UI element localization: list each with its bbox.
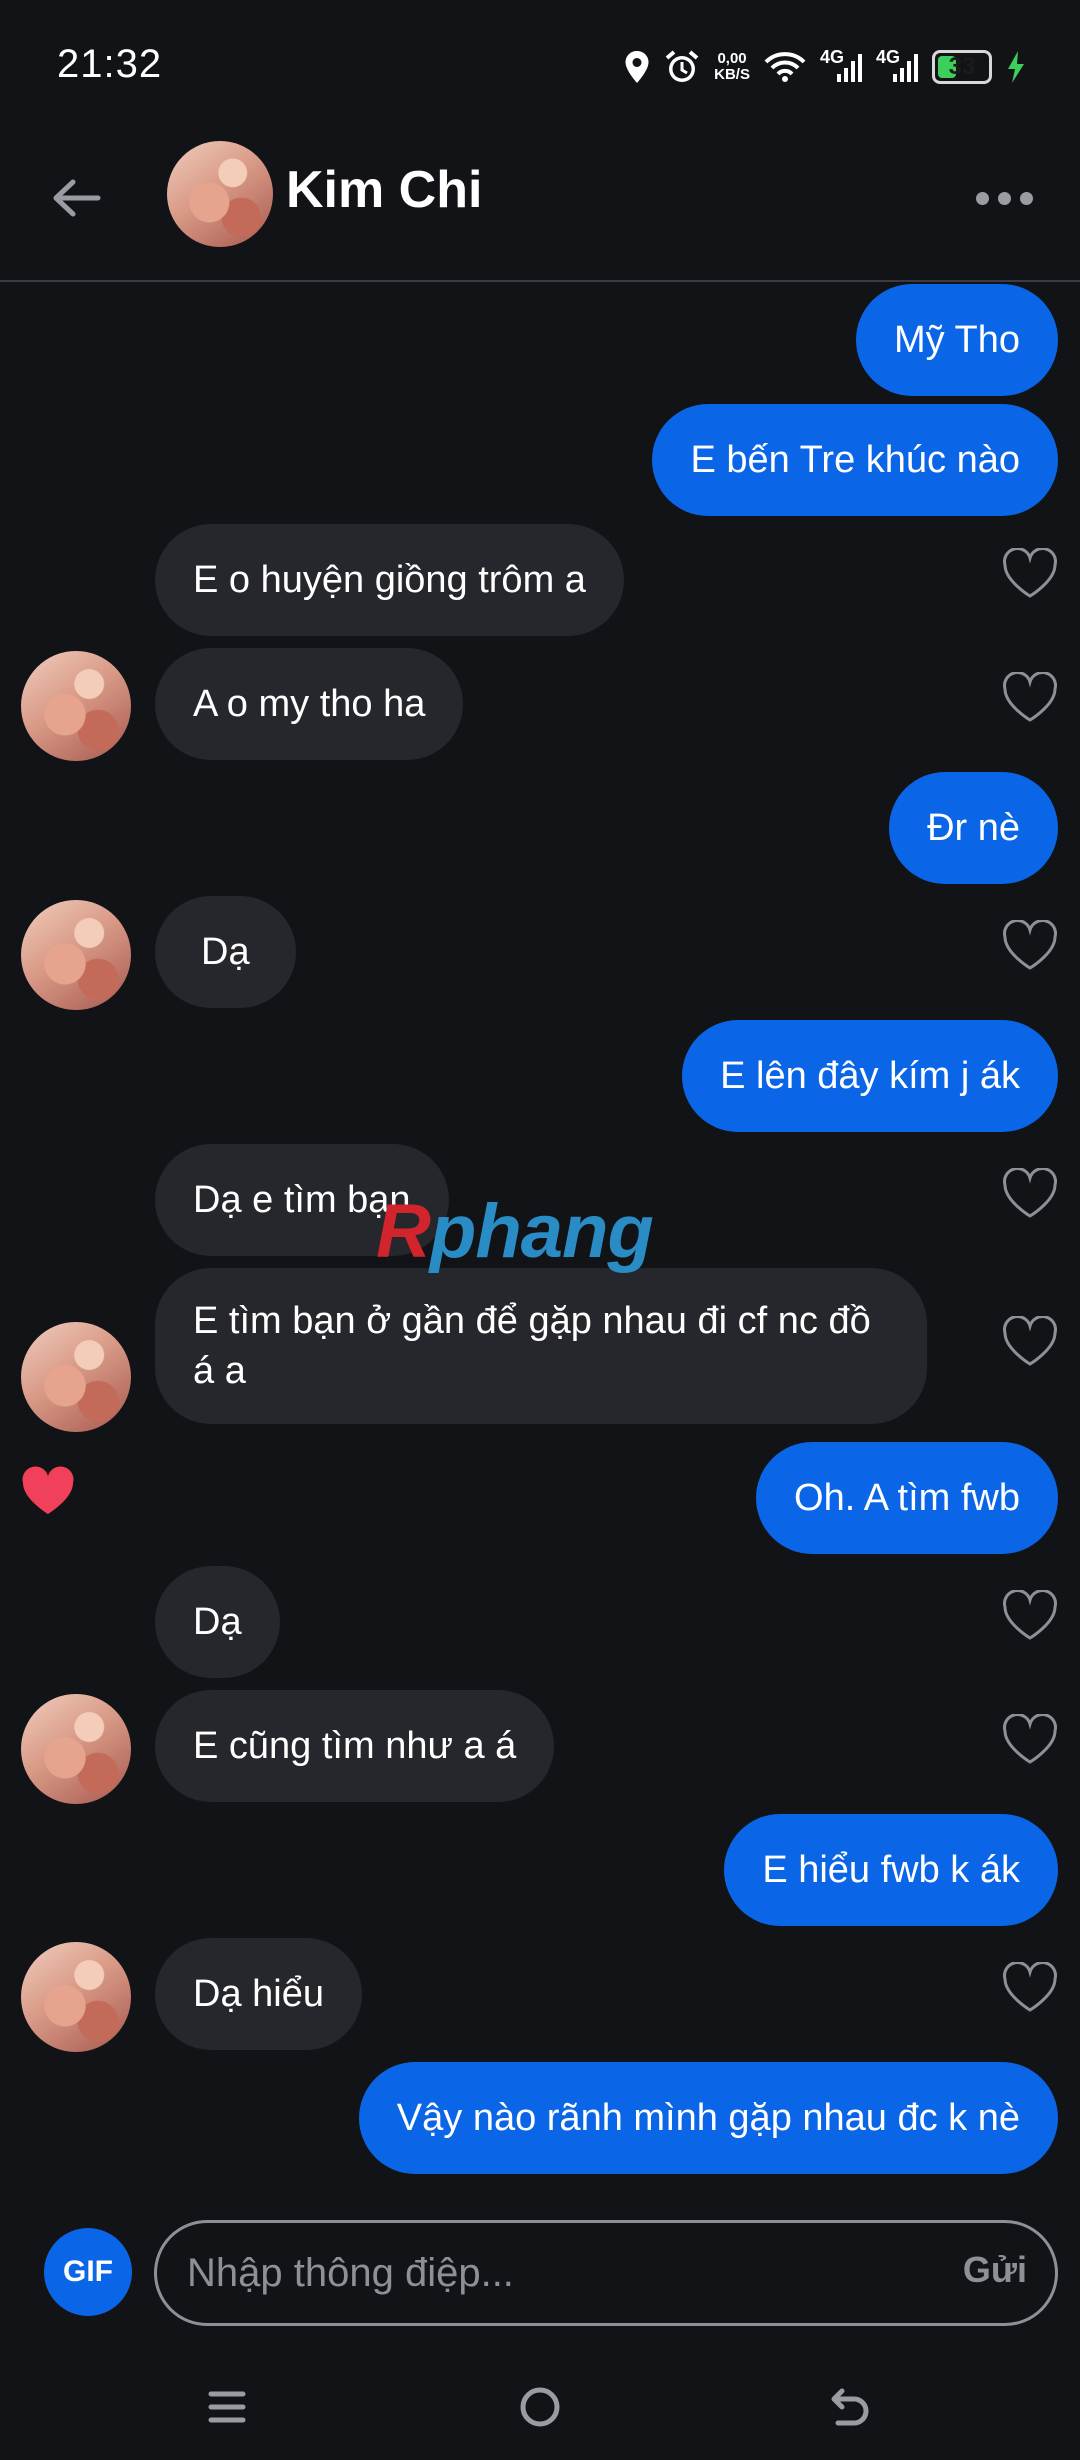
sent-message[interactable]: E hiểu fwb k ák: [724, 1814, 1058, 1926]
received-message[interactable]: Dạ hiểu: [155, 1938, 362, 2050]
sent-message[interactable]: Đr nè: [889, 772, 1058, 884]
signal-4g-icon-2: 4G: [876, 47, 918, 82]
more-dot-icon: [1019, 191, 1033, 205]
message-input-wrapper[interactable]: Gửi: [154, 2220, 1058, 2326]
like-heart-icon[interactable]: [1002, 548, 1058, 600]
battery-level: 33: [948, 53, 976, 80]
menu-icon: [208, 2391, 246, 2423]
alarm-icon: [664, 49, 700, 85]
back-arrow-icon: [53, 179, 101, 217]
send-button[interactable]: Gửi: [963, 2249, 1027, 2291]
like-heart-icon[interactable]: [1002, 920, 1058, 972]
message-avatar[interactable]: [21, 651, 131, 761]
back-nav-button[interactable]: [815, 2372, 885, 2442]
like-heart-icon[interactable]: [1002, 1316, 1058, 1368]
contact-name[interactable]: Kim Chi: [286, 160, 482, 220]
wifi-icon: [764, 51, 806, 83]
received-message[interactable]: E o huyện giồng trôm a: [155, 524, 624, 636]
gif-button[interactable]: GIF: [44, 2228, 132, 2316]
more-dot-icon: [997, 191, 1011, 205]
home-circle-icon: [520, 2387, 560, 2427]
chat-screen: 21:32 0,00 KB/S 4G 4G 33 Kim Chi Mỹ Tho …: [0, 0, 1080, 2460]
location-icon: [624, 50, 650, 84]
like-heart-icon[interactable]: [1002, 1714, 1058, 1766]
received-message[interactable]: Dạ: [155, 896, 296, 1008]
sent-message[interactable]: Vậy nào rãnh mình gặp nhau đc k nè: [358, 2062, 1058, 2174]
chat-header: Kim Chi: [0, 130, 1080, 282]
like-heart-icon[interactable]: [1002, 672, 1058, 724]
message-avatar[interactable]: [21, 1694, 131, 1804]
network-speed: 0,00 KB/S: [714, 50, 750, 83]
more-dot-icon: [975, 191, 989, 205]
received-message[interactable]: Dạ: [155, 1566, 280, 1678]
back-curve-icon: [831, 2388, 869, 2426]
message-input[interactable]: [187, 2223, 887, 2323]
sent-message[interactable]: Oh. A tìm fwb: [756, 1442, 1058, 1554]
status-icons: 0,00 KB/S 4G 4G 33: [624, 44, 1026, 90]
like-heart-icon[interactable]: [1002, 1168, 1058, 1220]
sent-message[interactable]: Mỹ Tho: [855, 284, 1058, 396]
like-heart-icon[interactable]: [1002, 1962, 1058, 2014]
message-avatar[interactable]: [21, 1322, 131, 1432]
message-composer: GIF Gửi: [0, 2200, 1080, 2350]
message-avatar[interactable]: [21, 1942, 131, 2052]
more-options-button[interactable]: [964, 180, 1044, 216]
charging-icon: [1006, 50, 1026, 84]
recent-apps-button[interactable]: [192, 2372, 262, 2442]
message-avatar[interactable]: [21, 900, 131, 1010]
home-button[interactable]: [505, 2372, 575, 2442]
back-button[interactable]: [44, 166, 108, 230]
status-bar: 21:32 0,00 KB/S 4G 4G 33: [0, 0, 1080, 130]
watermark-logo: Rphang: [376, 1189, 654, 1274]
contact-avatar[interactable]: [167, 141, 273, 247]
system-nav-bar: [0, 2350, 1080, 2460]
sent-message[interactable]: E lên đây kím j ák: [682, 1020, 1058, 1132]
like-heart-icon[interactable]: [1002, 1590, 1058, 1642]
sent-message[interactable]: E bến Tre khúc nào: [652, 404, 1058, 516]
battery-icon: 33: [932, 50, 992, 84]
received-message[interactable]: E cũng tìm như a á: [155, 1690, 555, 1802]
signal-4g-icon-1: 4G: [820, 47, 862, 82]
status-time: 21:32: [57, 42, 163, 86]
received-message[interactable]: A o my tho ha: [155, 648, 464, 760]
liked-heart-icon[interactable]: [20, 1466, 76, 1518]
received-message[interactable]: E tìm bạn ở gần để gặp nhau đi cf nc đồ …: [155, 1268, 927, 1424]
